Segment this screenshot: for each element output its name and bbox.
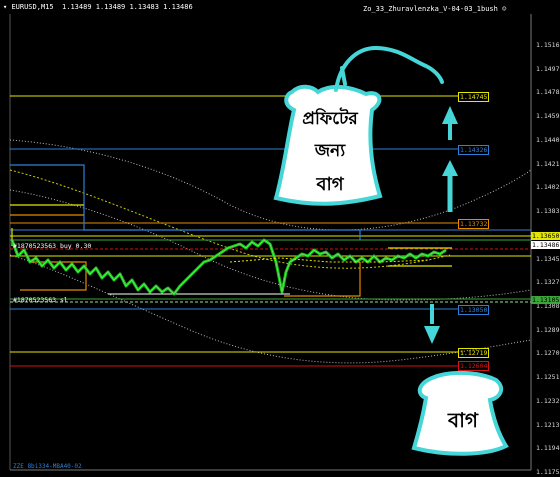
price-tick-label: 1.14025 [536, 183, 560, 192]
price-tick-label: 1.13455 [536, 254, 560, 263]
price-tick-label: 1.13270 [536, 278, 560, 287]
level-tag-stop[interactable]: 1.13050 [458, 305, 490, 315]
price-tick-label: 1.14405 [536, 135, 560, 144]
buy-order-label[interactable]: #1870523563 buy 0.30 [13, 242, 91, 250]
price-tick-label: 1.12700 [536, 349, 560, 358]
level-tag-bottom[interactable]: 1.12719 [458, 348, 490, 358]
price-tick-label: 1.12890 [536, 325, 560, 334]
level-tag-top[interactable]: 1.14745 [458, 92, 490, 102]
price-tick-label: 1.12320 [536, 396, 560, 405]
footer-label: ZZE 8bi334-MBA40-02 [13, 463, 82, 470]
price-tick-label: 1.14215 [536, 159, 560, 168]
price-tick-label: 1.14595 [536, 112, 560, 121]
price-tick-label: 1.12510 [536, 373, 560, 382]
level-tag-second[interactable]: 1.14326 [458, 145, 490, 155]
profit-text-line2: জন্য [314, 141, 346, 161]
price-tick-label: 1.12130 [536, 420, 560, 429]
up-arrows [442, 106, 458, 212]
price-tick-label: 1.14975 [536, 64, 560, 73]
trading-chart-window: ▾ EURUSD,M15 1.13489 1.13489 1.13483 1.1… [0, 0, 560, 477]
level-tag-upper: 1.13650 [531, 232, 560, 240]
price-tick-label: 1.11940 [536, 444, 560, 453]
profit-text-line1: প্রফিটের [302, 109, 358, 129]
profit-text-line3: বাগ [316, 174, 344, 195]
sl-order-label[interactable]: #1870523563 sl [13, 296, 68, 304]
level-tag-lower: 1.13105 [531, 296, 560, 304]
down-arrow [424, 304, 440, 344]
price-tick-label: 1.13835 [536, 207, 560, 216]
current-price-tag: 1.13486 [531, 241, 560, 249]
price-tick-label: 1.15165 [536, 41, 560, 49]
price-tick-label: 1.14785 [536, 88, 560, 97]
price-tick-label: 1.11755 [536, 468, 560, 476]
bottom-bag-text: বাগ [447, 408, 479, 432]
level-tag-third[interactable]: 1.13732 [458, 219, 490, 229]
level-tag-lowest[interactable]: 1.12604 [458, 361, 490, 371]
